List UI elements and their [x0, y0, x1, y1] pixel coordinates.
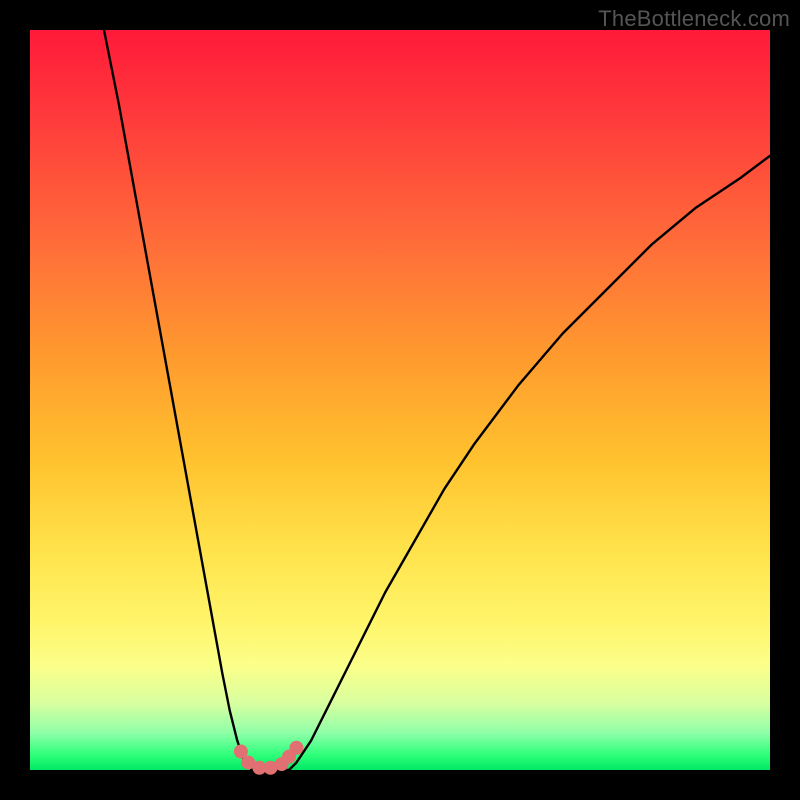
valley-dots: [234, 741, 304, 775]
curve-svg: [30, 30, 770, 770]
watermark-label: TheBottleneck.com: [598, 6, 790, 32]
plot-area: [30, 30, 770, 770]
valley-dot: [289, 741, 303, 755]
chart-frame: TheBottleneck.com: [0, 0, 800, 800]
curve-line: [104, 30, 770, 770]
